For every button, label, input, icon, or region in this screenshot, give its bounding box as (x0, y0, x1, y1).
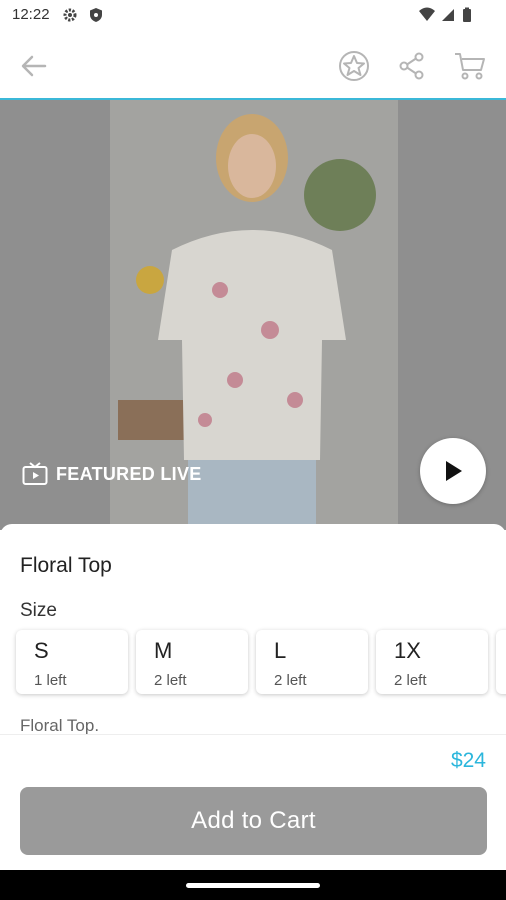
share-icon (399, 52, 424, 80)
size-option-m[interactable]: M 2 left (136, 630, 248, 694)
size-stock: 1 left (34, 672, 67, 689)
back-button[interactable] (14, 46, 54, 86)
battery-icon (462, 7, 472, 28)
status-bar: 12:22 (0, 0, 506, 32)
size-option-more[interactable] (496, 630, 506, 694)
wifi-icon (418, 7, 436, 28)
size-name: L (274, 638, 287, 663)
play-icon (446, 461, 462, 481)
size-name: S (34, 638, 49, 663)
favorite-button[interactable] (334, 46, 374, 86)
share-button[interactable] (392, 46, 432, 86)
add-to-cart-button[interactable]: Add to Cart (20, 787, 487, 855)
product-title: Floral Top (20, 554, 112, 577)
product-details-sheet: Floral Top Size S 1 left M 2 left L 2 le… (0, 524, 506, 734)
tv-icon (22, 462, 48, 485)
checkout-bar: $24 Add to Cart (0, 734, 506, 871)
play-button[interactable] (420, 438, 486, 504)
size-option-1x[interactable]: 1X 2 left (376, 630, 488, 694)
home-indicator[interactable] (186, 883, 320, 888)
featured-live-label: FEATURED LIVE (56, 463, 202, 484)
back-arrow-icon (21, 55, 47, 77)
size-stock: 2 left (394, 672, 427, 689)
size-option-l[interactable]: L 2 left (256, 630, 368, 694)
size-name: 1X (394, 638, 421, 663)
cart-icon (455, 53, 485, 80)
size-options: S 1 left M 2 left L 2 left 1X 2 left (16, 630, 506, 694)
size-option-s[interactable]: S 1 left (16, 630, 128, 694)
featured-live-badge: FEATURED LIVE (22, 462, 202, 486)
size-name: M (154, 638, 173, 663)
shield-icon (88, 7, 104, 28)
product-price: $24 (450, 749, 486, 772)
system-nav-bar (0, 870, 506, 900)
settings-icon (62, 7, 78, 28)
size-stock: 2 left (154, 672, 187, 689)
app-bar (0, 32, 506, 98)
product-description: Floral Top. (20, 716, 100, 734)
product-hero: FEATURED LIVE (0, 100, 506, 530)
size-stock: 2 left (274, 672, 307, 689)
size-label: Size (20, 600, 57, 621)
signal-icon (440, 7, 456, 28)
cart-button[interactable] (450, 46, 490, 86)
star-icon (339, 51, 369, 81)
status-time: 12:22 (12, 6, 50, 23)
